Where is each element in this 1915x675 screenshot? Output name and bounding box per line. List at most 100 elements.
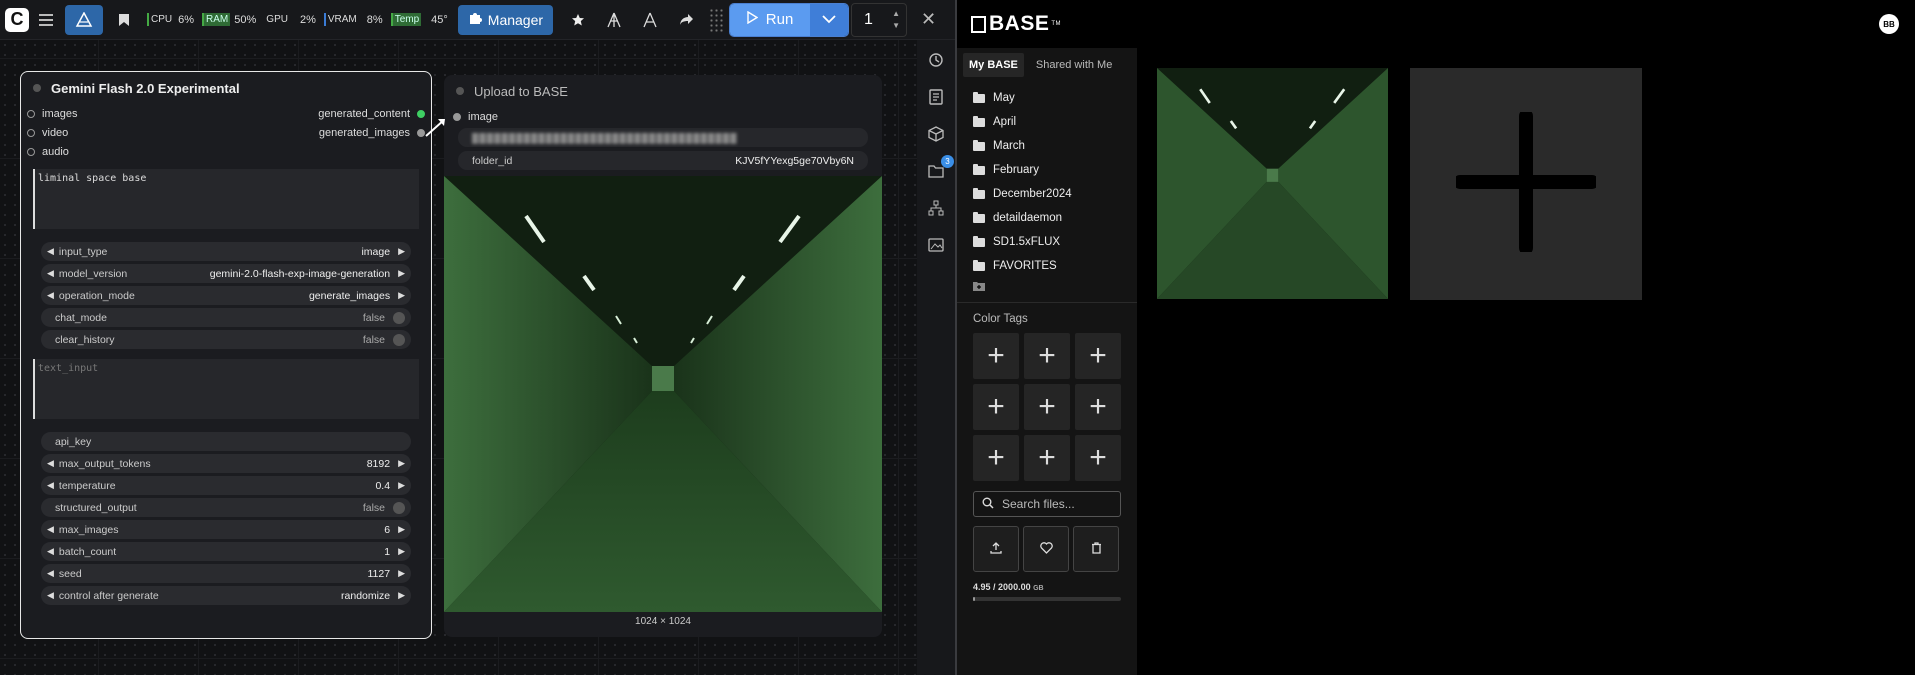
folder-item[interactable]: FAVORITES [957,254,1137,278]
decrement-arrow-icon[interactable]: ◀ [47,480,54,491]
folder-item[interactable]: April [957,110,1137,134]
delete-button[interactable] [1073,526,1119,572]
logo-icon[interactable]: C [5,7,29,32]
color-tag-add-plus-icon[interactable]: + [1024,333,1070,379]
widget-control-after-generate[interactable]: ◀ control after generate randomize ▶ [41,586,411,605]
notes-icon[interactable] [926,87,946,107]
batch-count-stepper[interactable]: 1 ▲ ▼ [851,2,908,37]
increment-arrow-icon[interactable]: ▶ [398,524,405,535]
color-tag-add-plus-icon[interactable]: + [1075,333,1121,379]
queue-folder-icon[interactable]: 3 [926,155,954,181]
api-key-field[interactable]: api_key [41,432,411,451]
increment-arrow-icon[interactable]: ▶ [398,268,405,279]
image-preview[interactable] [444,176,882,612]
decrement-arrow-icon[interactable]: ◀ [47,268,54,279]
color-tag-add-plus-icon[interactable]: + [1024,384,1070,430]
decrement-arrow-icon[interactable]: ◀ [47,524,54,535]
upload-node[interactable]: Upload to BASE image ███████████████████… [444,75,882,637]
widget-model-version[interactable]: ◀ model_version gemini-2.0-flash-exp-image… [41,264,411,283]
collapse-dot-icon[interactable] [33,84,41,92]
widget-operation-mode[interactable]: ◀ operation_mode generate_images ▶ [41,286,411,305]
toggle-knob-icon[interactable] [393,311,405,324]
model-icon[interactable] [599,5,629,35]
folder-item[interactable]: detaildaemon [957,206,1137,230]
output-generated-images[interactable]: generated_images [319,127,425,139]
widget-max-output-tokens[interactable]: ◀ max_output_tokens 8192 ▶ [41,454,411,473]
decrement-arrow-icon[interactable]: ◀ [47,590,54,601]
widget-batch-count[interactable]: ◀ batch_count 1 ▶ [41,542,411,561]
bookmark-icon[interactable] [109,5,139,35]
increment-arrow-icon[interactable]: ▶ [398,246,405,257]
history-icon[interactable] [926,50,946,70]
widget-input-type[interactable]: ◀ input_type image ▶ [41,242,411,261]
input-socket-icon[interactable] [27,109,35,118]
widget-max-images[interactable]: ◀ max_images 6 ▶ [41,520,411,539]
output-generated-content[interactable]: generated_content [318,108,425,120]
folder-item[interactable]: March [957,134,1137,158]
drag-handle-icon[interactable] [709,7,724,32]
decrement-arrow-icon[interactable]: ◀ [47,568,54,579]
input-socket-icon[interactable] [27,128,35,137]
increment-arrow-icon[interactable]: ▶ [398,590,405,601]
folder-item[interactable]: SD1.5xFLUX [957,230,1137,254]
menu-icon[interactable] [35,8,59,32]
prompt-textarea[interactable]: liminal space base [33,169,419,229]
connection-link[interactable] [424,116,448,138]
increment-arrow-icon[interactable]: ▶ [398,480,405,491]
batch-count-value[interactable]: 1 [864,11,873,29]
widget-seed[interactable]: ◀ seed 1127 ▶ [41,564,411,583]
favorite-button[interactable] [1023,526,1069,572]
widget-structured-output[interactable]: structured_output false [41,498,411,517]
gemini-node-title[interactable]: Gemini Flash 2.0 Experimental [21,72,431,104]
manager-button[interactable]: Manager [457,4,554,35]
color-tag-add-plus-icon[interactable]: + [1075,435,1121,481]
run-button[interactable]: Run [730,3,811,36]
widget-clear-history[interactable]: clear_history false [41,330,411,349]
increment-arrow-icon[interactable]: ▶ [398,546,405,557]
input-video[interactable]: video [27,127,68,139]
add-file-tile[interactable] [1410,68,1642,300]
increment-arrow-icon[interactable]: ▶ [398,458,405,469]
input-audio[interactable]: audio [27,146,69,158]
decrement-arrow-icon[interactable]: ◀ [47,546,54,557]
tab-my-base[interactable]: My BASE [963,53,1024,77]
model-alt-icon[interactable] [635,5,665,35]
hierarchy-icon[interactable] [926,198,946,218]
increment-icon[interactable]: ▲ [892,8,900,20]
input-image[interactable]: image [453,111,498,123]
folder-id-field[interactable]: folder_id KJV5fYYexg5ge70Vby6N [458,151,868,170]
color-tag-add-plus-icon[interactable]: + [1024,435,1070,481]
upload-node-title[interactable]: Upload to BASE [444,75,882,107]
color-tag-add-plus-icon[interactable]: + [973,435,1019,481]
color-tag-add-plus-icon[interactable]: + [973,333,1019,379]
increment-arrow-icon[interactable]: ▶ [398,290,405,301]
increment-arrow-icon[interactable]: ▶ [398,568,405,579]
star-icon[interactable] [563,5,593,35]
decrement-arrow-icon[interactable]: ◀ [47,246,54,257]
avatar[interactable]: BB [1879,14,1899,34]
color-tag-add-plus-icon[interactable]: + [1075,384,1121,430]
run-options-chevron-down-icon[interactable] [810,3,849,36]
close-icon[interactable]: ✕ [921,9,936,30]
upload-button[interactable] [973,526,1019,572]
input-images[interactable]: images [27,108,77,120]
search-input[interactable]: Search files... [973,491,1121,517]
file-thumbnail[interactable] [1157,68,1388,299]
decrement-icon[interactable]: ▼ [892,20,900,32]
api-key-field[interactable]: ████████████████████████████████████ [458,128,868,147]
share-icon[interactable] [671,5,701,35]
gallery-icon[interactable] [926,235,946,255]
decrement-arrow-icon[interactable]: ◀ [47,290,54,301]
toggle-knob-icon[interactable] [393,333,405,346]
toggle-knob-icon[interactable] [393,501,405,514]
collapse-dot-icon[interactable] [456,87,464,95]
widget-chat-mode[interactable]: chat_mode false [41,308,411,327]
input-socket-icon[interactable] [27,147,35,156]
widget-temperature[interactable]: ◀ temperature 0.4 ▶ [41,476,411,495]
workflow-icon[interactable] [65,4,103,35]
decrement-arrow-icon[interactable]: ◀ [47,458,54,469]
text-input-textarea[interactable]: text_input [33,359,419,419]
input-socket-icon[interactable] [453,112,461,121]
folder-item[interactable]: February [957,158,1137,182]
folder-item[interactable]: December2024 [957,182,1137,206]
